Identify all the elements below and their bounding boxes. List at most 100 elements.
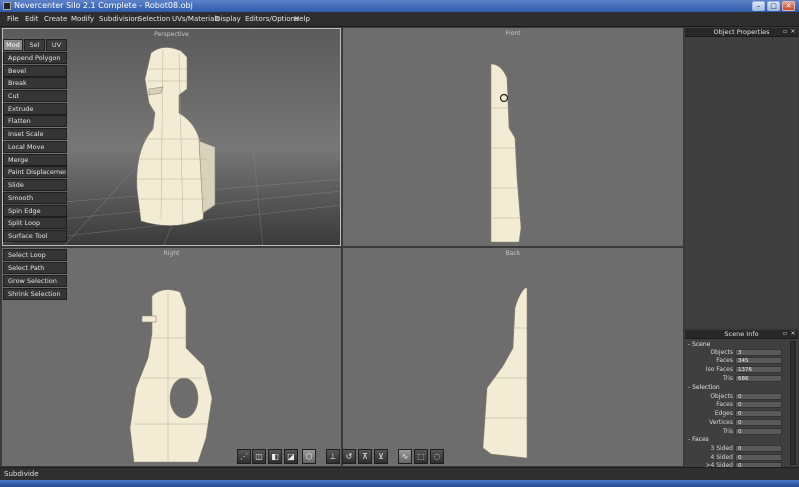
edge-mode-icon[interactable]: ◫ bbox=[252, 449, 266, 464]
faces-row-3-sided: 3 Sided 0 bbox=[685, 445, 795, 454]
tool-spin-edge[interactable]: Spin Edge bbox=[3, 205, 67, 217]
faces-section-header[interactable]: - Faces bbox=[688, 436, 709, 443]
faces-4-sided-value: 0 bbox=[735, 454, 782, 461]
close-button[interactable]: ✕ bbox=[782, 1, 795, 11]
robot-mesh-right bbox=[129, 289, 213, 463]
scene-section-header[interactable]: - Scene bbox=[688, 341, 710, 348]
os-taskbar bbox=[0, 480, 799, 487]
scene-row-tris: Tris 686 bbox=[685, 375, 795, 384]
lasso-select-icon[interactable]: ∿ bbox=[398, 449, 412, 464]
tool-bevel[interactable]: Bevel bbox=[3, 65, 67, 77]
menu-uvs-materials[interactable]: UVs/Materials bbox=[172, 15, 220, 24]
tool-paint-displacement[interactable]: Paint Displacement bbox=[3, 166, 67, 178]
back-view-drawing bbox=[482, 287, 528, 459]
scale-manipulator-icon[interactable]: ⊼ bbox=[358, 449, 372, 464]
silo-app-window: Nevercenter Silo 2.1 Complete - Robot08.… bbox=[0, 0, 799, 487]
menu-create[interactable]: Create bbox=[44, 15, 67, 24]
tool-split-loop[interactable]: Split Loop bbox=[3, 217, 67, 229]
selection-row-faces: Faces 0 bbox=[685, 401, 795, 410]
menu-modify[interactable]: Modify bbox=[71, 15, 94, 24]
box-select-icon[interactable]: ⬚ bbox=[414, 449, 428, 464]
scene-info-close-button[interactable]: ✕ bbox=[790, 331, 796, 337]
status-bar: Subdivide bbox=[0, 467, 799, 480]
faces-3-sided-value: 0 bbox=[735, 445, 782, 452]
selection-objects-value: 0 bbox=[735, 393, 782, 400]
menu-help[interactable]: Help bbox=[294, 15, 310, 24]
tool-extrude[interactable]: Extrude bbox=[3, 103, 67, 115]
rotate-manipulator-icon[interactable]: ↺ bbox=[342, 449, 356, 464]
selection-section-header[interactable]: - Selection bbox=[688, 384, 720, 391]
selection-row-edges: Edges 0 bbox=[685, 410, 795, 419]
menu-file[interactable]: File bbox=[7, 15, 19, 24]
universal-manipulator-icon[interactable]: ⊻ bbox=[374, 449, 388, 464]
tool-mode-tabs: Mod Sel UV bbox=[3, 39, 67, 51]
scene-objects-label: Objects bbox=[710, 349, 733, 356]
face-mode-icon[interactable]: ◧ bbox=[268, 449, 282, 464]
side-cutout bbox=[169, 377, 199, 419]
tool-flatten[interactable]: Flatten bbox=[3, 115, 67, 127]
tool-surface-tool[interactable]: Surface Tool bbox=[3, 230, 67, 242]
tool-local-move[interactable]: Local Move bbox=[3, 141, 67, 153]
scene-info-scrollbar[interactable] bbox=[790, 341, 796, 465]
paint-select-icon[interactable]: ◌ bbox=[430, 449, 444, 464]
scene-faces-value: 345 bbox=[735, 357, 782, 364]
move-manipulator-icon[interactable]: ⊥ bbox=[326, 449, 340, 464]
tool-break[interactable]: Break bbox=[3, 77, 67, 89]
front-view-drawing bbox=[490, 63, 522, 243]
tab-sel[interactable]: Sel bbox=[24, 39, 45, 51]
tool-grow-selection[interactable]: Grow Selection bbox=[3, 275, 67, 287]
selection-faces-value: 0 bbox=[735, 401, 782, 408]
object-mode-icon[interactable]: ◪ bbox=[284, 449, 298, 464]
scene-tris-value: 686 bbox=[735, 375, 782, 382]
selection-vertices-label: Vertices bbox=[709, 419, 733, 426]
selection-row-vertices: Vertices 0 bbox=[685, 419, 795, 428]
menu-editors-options[interactable]: Editors/Options bbox=[245, 15, 299, 24]
tab-uv[interactable]: UV bbox=[46, 39, 67, 51]
viewport-back[interactable]: Back bbox=[343, 248, 683, 466]
object-properties-float-button[interactable]: ▫ bbox=[782, 29, 788, 35]
title-bar[interactable]: Nevercenter Silo 2.1 Complete - Robot08.… bbox=[0, 0, 799, 12]
viewport-front[interactable]: Front bbox=[343, 28, 683, 246]
tab-mod[interactable]: Mod bbox=[3, 39, 23, 51]
selection-tris-value: 0 bbox=[735, 428, 782, 435]
status-text: Subdivide bbox=[4, 470, 39, 478]
selection-vertices-value: 0 bbox=[735, 419, 782, 426]
tool-select-path[interactable]: Select Path bbox=[3, 262, 67, 274]
scene-objects-value: 3 bbox=[735, 349, 782, 356]
faces-4-sided-label: 4 Sided bbox=[710, 454, 733, 461]
scene-info-float-button[interactable]: ▫ bbox=[782, 331, 788, 337]
scene-info-panel: Scene Info ▫ ✕ - Scene Objects 3 Faces 3… bbox=[685, 330, 798, 469]
menu-selection[interactable]: Selection bbox=[138, 15, 170, 24]
scene-tris-label: Tris bbox=[722, 375, 733, 382]
minimize-button[interactable]: – bbox=[752, 1, 765, 11]
selection-edges-value: 0 bbox=[735, 410, 782, 417]
menu-subdivision[interactable]: Subdivision bbox=[99, 15, 139, 24]
scene-faces-label: Faces bbox=[716, 357, 733, 364]
menu-edit[interactable]: Edit bbox=[25, 15, 39, 24]
scene-row-iso-faces: Iso Faces 1376 bbox=[685, 366, 795, 375]
vertex-mode-icon[interactable]: ⋰ bbox=[237, 449, 251, 464]
scene-row-faces: Faces 345 bbox=[685, 357, 795, 366]
object-properties-close-button[interactable]: ✕ bbox=[790, 29, 796, 35]
selection-faces-label: Faces bbox=[716, 401, 733, 408]
tool-merge[interactable]: Merge bbox=[3, 154, 67, 166]
maximize-button[interactable]: □ bbox=[767, 1, 780, 11]
faces-3-sided-label: 3 Sided bbox=[710, 445, 733, 452]
tool-smooth[interactable]: Smooth bbox=[3, 192, 67, 204]
menu-display[interactable]: Display bbox=[215, 15, 241, 24]
robot-mesh-front bbox=[490, 63, 522, 243]
object-select-icon[interactable]: ⬡ bbox=[302, 449, 316, 464]
tool-select-loop[interactable]: Select Loop bbox=[3, 249, 67, 261]
window-title: Nevercenter Silo 2.1 Complete - Robot08.… bbox=[14, 1, 193, 10]
tool-shrink-selection[interactable]: Shrink Selection bbox=[3, 288, 67, 300]
app-logo-icon bbox=[3, 2, 11, 10]
tool-append-polygon[interactable]: Append Polygon bbox=[3, 52, 67, 64]
scene-iso-faces-value: 1376 bbox=[735, 366, 782, 373]
tool-inset-scale[interactable]: Inset Scale bbox=[3, 128, 67, 140]
robot-mesh-back bbox=[482, 287, 528, 459]
menu-bar: File Edit Create Modify Subdivision Sele… bbox=[0, 12, 799, 27]
scene-iso-faces-label: Iso Faces bbox=[705, 366, 733, 373]
tool-slide[interactable]: Slide bbox=[3, 179, 67, 191]
selection-objects-label: Objects bbox=[710, 393, 733, 400]
tool-cut[interactable]: Cut bbox=[3, 90, 67, 102]
